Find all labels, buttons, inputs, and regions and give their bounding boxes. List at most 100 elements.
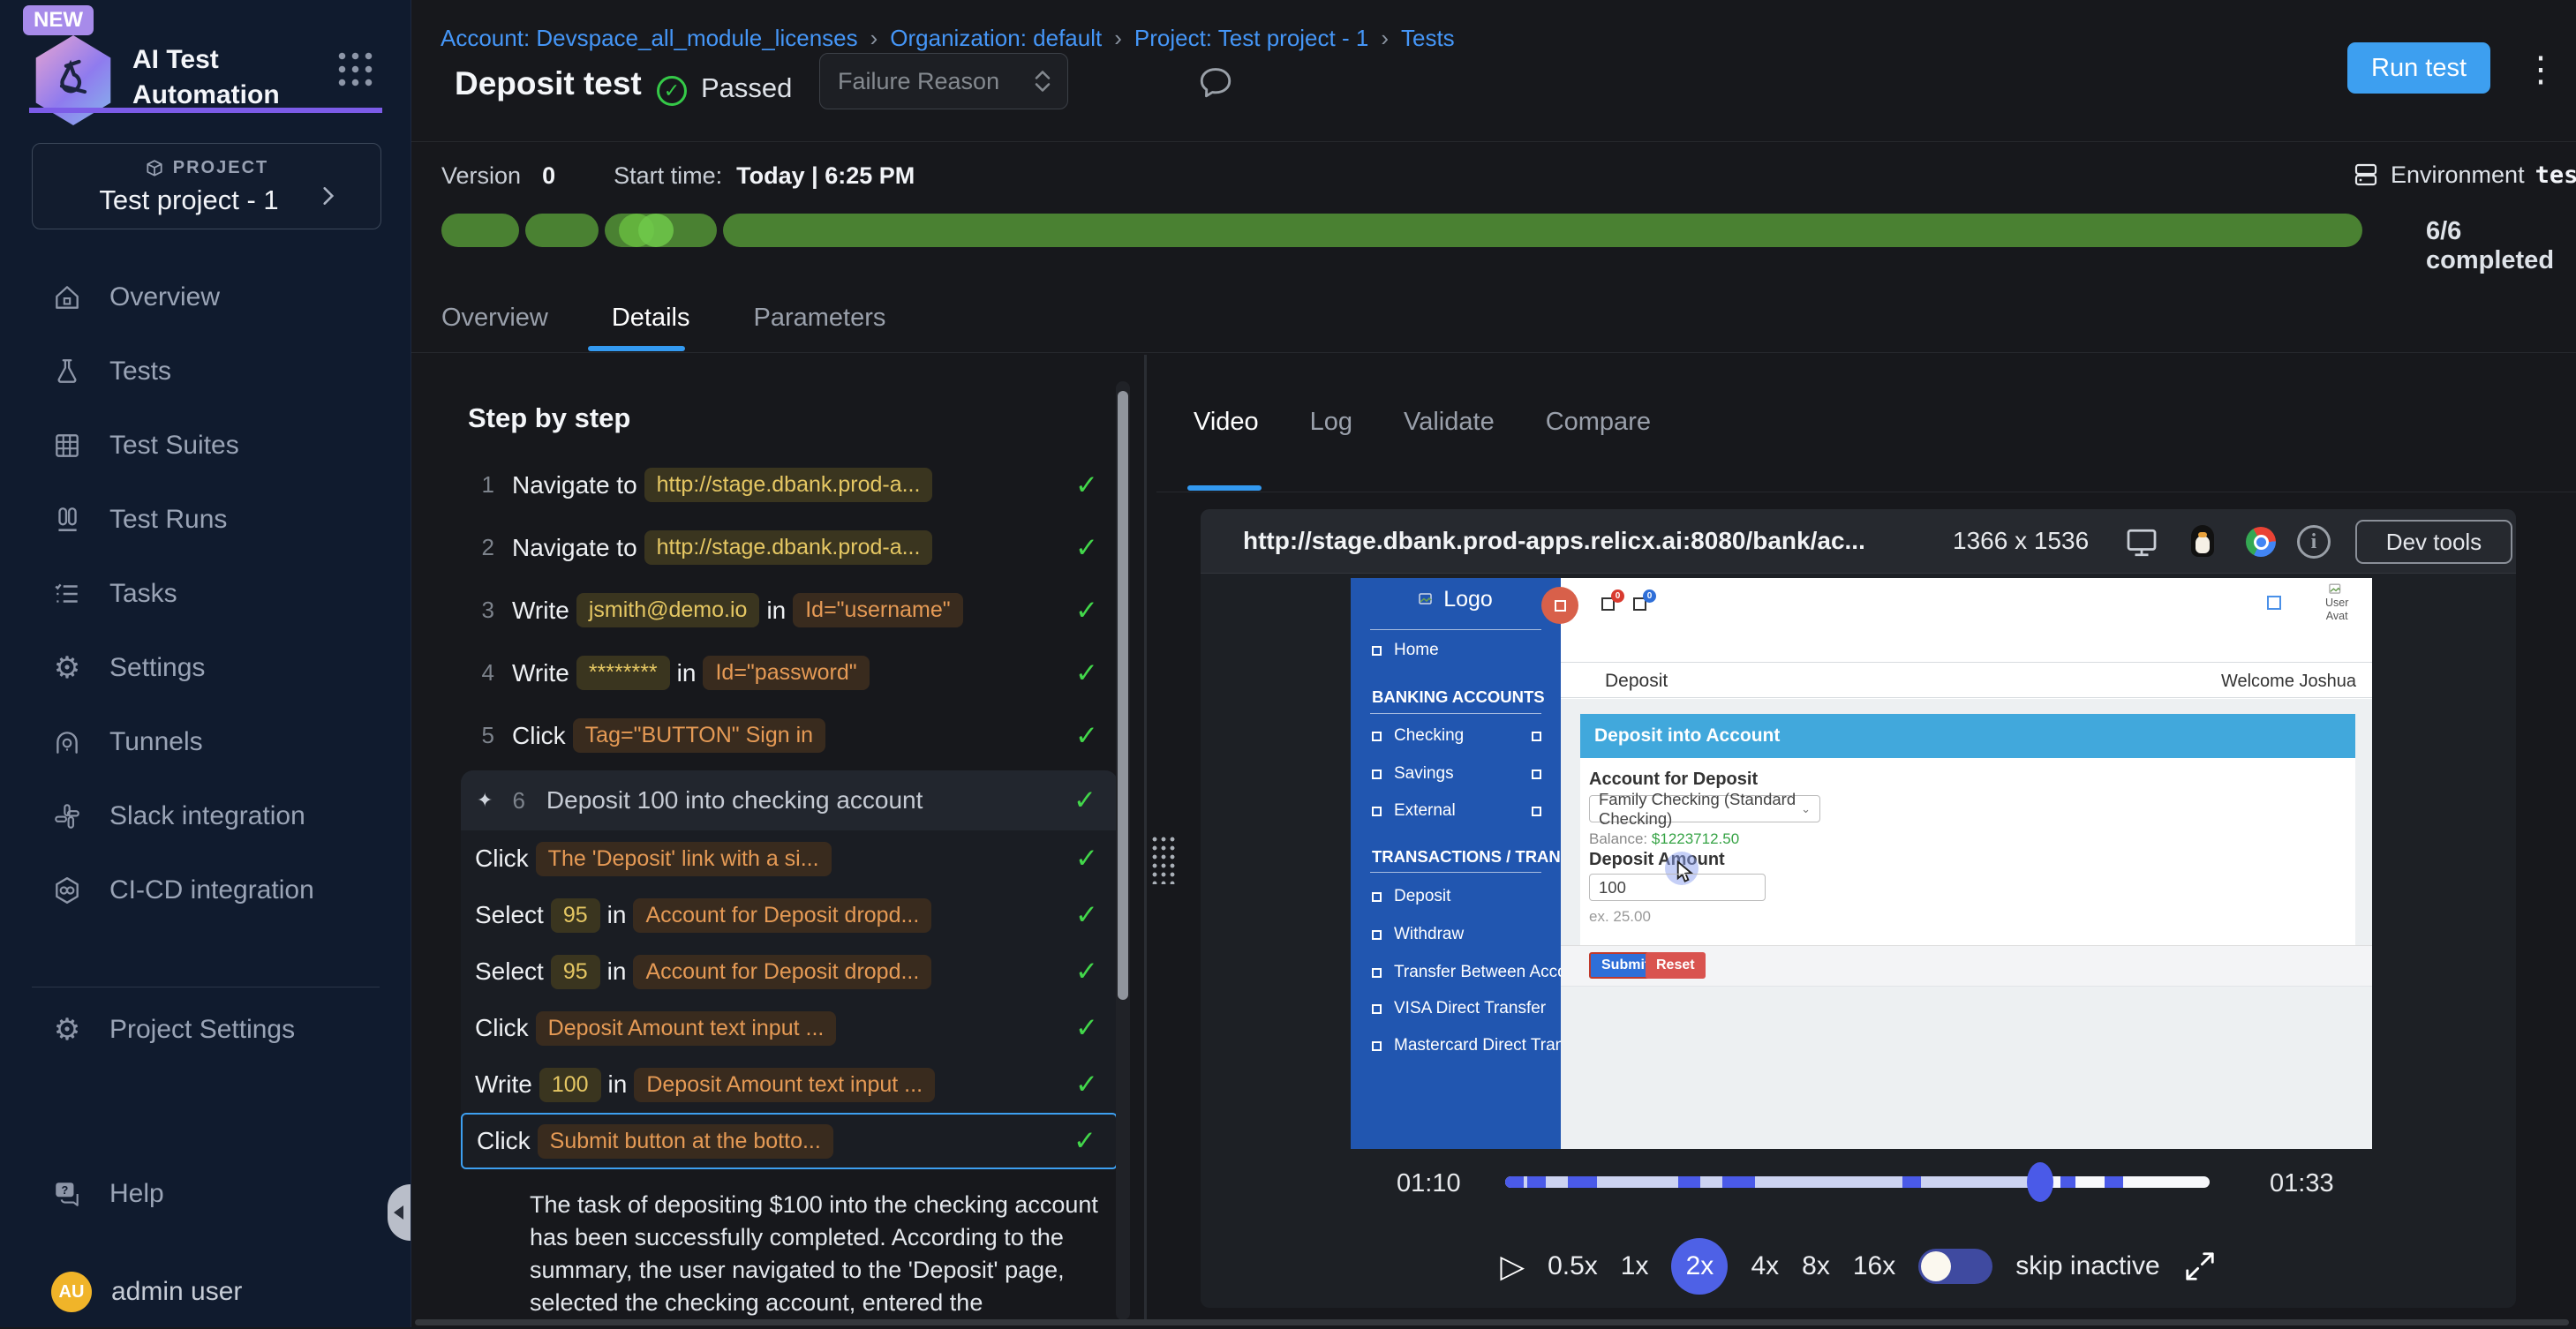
tab-parameters[interactable]: Parameters xyxy=(754,304,886,333)
user-avatar-broken-image: UserAvat xyxy=(2325,583,2348,623)
reset-button[interactable]: Reset xyxy=(1646,952,1706,979)
progress-segment[interactable] xyxy=(723,214,2362,247)
skip-inactive-toggle[interactable] xyxy=(1918,1249,1992,1284)
substep-row[interactable]: Write 100 in Deposit Amount text input .… xyxy=(461,1056,1118,1113)
page-title: Deposit test xyxy=(455,65,642,102)
progress-segment[interactable] xyxy=(441,214,519,247)
substep-row-selected[interactable]: Click Submit button at the botto... ✓ xyxy=(461,1113,1118,1169)
tab-overview[interactable]: Overview xyxy=(441,304,548,333)
tab-video[interactable]: Video xyxy=(1194,408,1259,437)
failure-reason-select[interactable]: Failure Reason xyxy=(819,53,1068,109)
target-pill: The 'Deposit' link with a si... xyxy=(536,842,832,876)
dev-tools-button[interactable]: Dev tools xyxy=(2355,520,2512,564)
bank-nav-withdraw[interactable]: Withdraw xyxy=(1351,920,1561,950)
tabs-divider xyxy=(411,352,2576,353)
bank-nav-savings[interactable]: Savings xyxy=(1351,759,1561,789)
deposit-amount-input[interactable]: 100 xyxy=(1589,874,1766,901)
url-pill: http://stage.dbank.prod-a... xyxy=(644,468,933,502)
video-timeline[interactable] xyxy=(1505,1176,2210,1188)
bank-nav-mastercard[interactable]: Mastercard Direct Transfer xyxy=(1351,1031,1561,1061)
apps-grid-icon[interactable] xyxy=(334,48,373,86)
sidebar-item-settings[interactable]: ⚙ Settings xyxy=(0,631,411,705)
account-for-deposit-select[interactable]: Family Checking (Standard Checking) ⌄ xyxy=(1589,795,1820,822)
timeline-scrubber-thumb[interactable] xyxy=(2027,1162,2053,1202)
step-row[interactable]: 4 Write ******** in Id="password" ✓ xyxy=(468,642,1111,704)
horizontal-scrollbar[interactable] xyxy=(415,1319,2569,1325)
step-row[interactable]: 2 Navigate to http://stage.dbank.prod-a.… xyxy=(468,516,1111,579)
tab-compare[interactable]: Compare xyxy=(1546,408,1651,437)
substep-row[interactable]: Click The 'Deposit' link with a si... ✓ xyxy=(461,830,1118,887)
recording-marker xyxy=(1541,587,1578,624)
breadcrumb-organization[interactable]: Organization: default xyxy=(890,25,1102,52)
tab-details[interactable]: Details xyxy=(612,304,690,333)
check-icon: ✓ xyxy=(1075,1012,1098,1044)
bank-nav-deposit[interactable]: Deposit xyxy=(1351,882,1561,912)
bank-nav-home[interactable]: Home xyxy=(1351,635,1561,665)
comment-bubble-icon[interactable] xyxy=(1197,64,1234,101)
brand-underline xyxy=(29,108,382,113)
speed-1x[interactable]: 1x xyxy=(1621,1251,1649,1281)
sidebar-item-cicd[interactable]: CI-CD integration xyxy=(0,853,411,927)
sidebar-user[interactable]: AU admin user xyxy=(0,1255,411,1329)
bank-nav-checking[interactable]: Checking xyxy=(1351,721,1561,751)
deposit-banner: Deposit into Account xyxy=(1580,714,2355,758)
sidebar-item-tunnels[interactable]: Tunnels xyxy=(0,705,411,779)
value-pill: 95 xyxy=(551,898,600,933)
steps-heading: Step by step xyxy=(468,388,1111,434)
speed-0.5x[interactable]: 0.5x xyxy=(1548,1251,1598,1281)
project-selector[interactable]: PROJECT Test project - 1 xyxy=(32,143,381,229)
help-chat-icon: ? xyxy=(51,1178,83,1210)
progress-segment[interactable] xyxy=(605,214,717,247)
step-row[interactable]: 5 Click Tag="BUTTON" Sign in ✓ xyxy=(468,704,1111,767)
speed-2x-active[interactable]: 2x xyxy=(1671,1238,1728,1295)
breadcrumb-account[interactable]: Account: Devspace_all_module_licenses xyxy=(441,25,858,52)
steps-scrollbar-thumb[interactable] xyxy=(1118,391,1128,1000)
substep-row[interactable]: Select 95 in Account for Deposit dropd..… xyxy=(461,887,1118,943)
value-pill: 95 xyxy=(551,955,600,989)
sidebar-item-test-runs[interactable]: Test Runs xyxy=(0,483,411,557)
time-current: 01:10 xyxy=(1397,1169,1461,1198)
version-value: 0 xyxy=(542,162,555,190)
bank-page-title: Deposit xyxy=(1605,671,1668,692)
info-icon[interactable]: i xyxy=(2297,525,2331,559)
tab-log[interactable]: Log xyxy=(1310,408,1352,437)
balance-value: $1223712.50 xyxy=(1652,830,1739,847)
splitter-drag-handle[interactable] xyxy=(1150,835,1177,884)
notification-checkbox-blue: 0 xyxy=(1633,597,1646,611)
bank-nav-external[interactable]: External xyxy=(1351,796,1561,826)
speed-8x[interactable]: 8x xyxy=(1802,1251,1830,1281)
ai-step-group-header[interactable]: ✦ 6 Deposit 100 into checking account ✓ xyxy=(461,770,1118,830)
tab-validate[interactable]: Validate xyxy=(1404,408,1495,437)
sidebar-item-help[interactable]: ? Help xyxy=(0,1157,411,1231)
play-icon[interactable]: ▷ xyxy=(1500,1248,1525,1285)
sidebar-item-test-suites[interactable]: Test Suites xyxy=(0,409,411,483)
check-icon: ✓ xyxy=(1075,956,1098,987)
new-badge: NEW xyxy=(23,5,94,35)
run-test-button[interactable]: Run test xyxy=(2347,42,2490,94)
check-icon: ✓ xyxy=(1075,657,1098,689)
collapse-arrow-icon xyxy=(394,1205,403,1220)
step-row[interactable]: 1 Navigate to http://stage.dbank.prod-a.… xyxy=(468,454,1111,516)
fullscreen-icon[interactable] xyxy=(2183,1250,2217,1283)
speed-16x[interactable]: 16x xyxy=(1853,1251,1895,1281)
kebab-menu-icon[interactable]: ⋮ xyxy=(2523,49,2558,90)
sidebar-item-slack[interactable]: Slack integration xyxy=(0,779,411,853)
speed-4x[interactable]: 4x xyxy=(1751,1251,1779,1281)
bank-nav-transfer[interactable]: Transfer Between Accounts xyxy=(1351,957,1561,987)
bank-nav-visa[interactable]: VISA Direct Transfer xyxy=(1351,994,1561,1024)
sidebar-item-tasks[interactable]: Tasks xyxy=(0,557,411,631)
panel-splitter[interactable] xyxy=(1144,355,1147,1325)
sidebar-item-overview[interactable]: Overview xyxy=(0,260,411,334)
account-for-deposit-label: Account for Deposit xyxy=(1589,770,1758,790)
progress-segment[interactable] xyxy=(525,214,599,247)
substep-row[interactable]: Select 95 in Account for Deposit dropd..… xyxy=(461,943,1118,1000)
table-grid-icon xyxy=(51,430,83,462)
sidebar-item-project-settings[interactable]: ⚙ Project Settings xyxy=(0,993,411,1067)
sidebar-item-tests[interactable]: Tests xyxy=(0,334,411,409)
breadcrumb-project[interactable]: Project: Test project - 1 xyxy=(1134,25,1368,52)
step-row[interactable]: 3 Write jsmith@demo.io in Id="username" … xyxy=(468,579,1111,642)
check-icon: ✓ xyxy=(1075,720,1098,752)
breadcrumb-tests[interactable]: Tests xyxy=(1401,25,1455,52)
check-icon: ✓ xyxy=(1075,532,1098,564)
substep-row[interactable]: Click Deposit Amount text input ... ✓ xyxy=(461,1000,1118,1056)
